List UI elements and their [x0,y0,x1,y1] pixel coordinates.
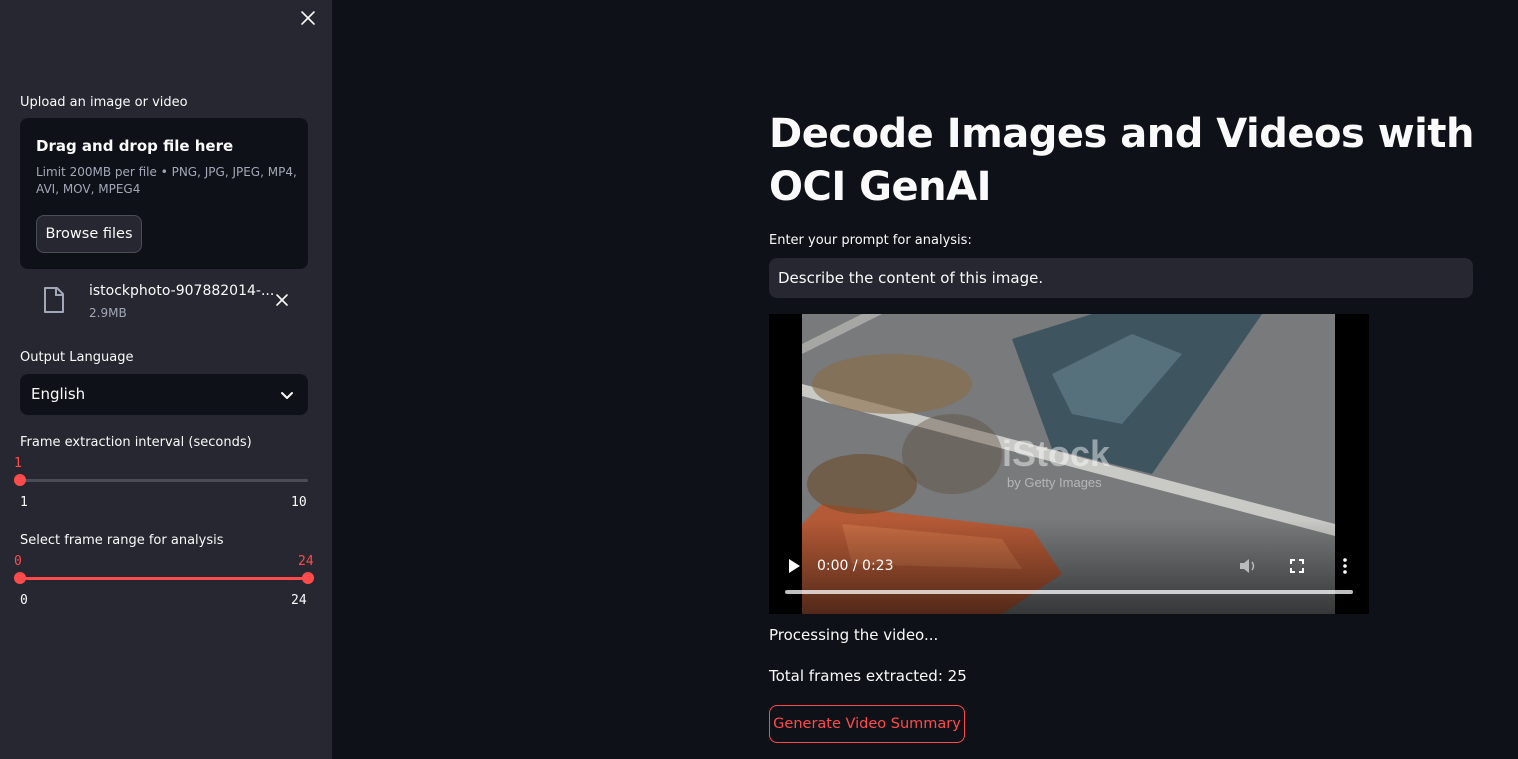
video-time: 0:00 / 0:23 [817,558,894,574]
prompt-label: Enter your prompt for analysis: [769,233,972,248]
uploaded-file-size: 2.9MB [89,306,127,320]
range-slider-high-value: 24 [298,554,314,569]
uploaded-file-name: istockphoto-907882014-... [89,283,275,299]
page-title: Decode Images and Videos with OCI GenAI [769,111,1475,210]
interval-slider-value: 1 [14,456,22,471]
fullscreen-icon[interactable] [1290,559,1304,573]
video-progress-bar[interactable] [785,590,1353,594]
volume-icon[interactable] [1239,558,1257,574]
language-select[interactable]: English [20,374,308,415]
language-select-value: English [31,385,86,403]
remove-file-icon[interactable] [274,292,290,308]
range-slider-max: 24 [291,593,307,608]
sidebar: Upload an image or video Drag and drop f… [0,0,332,759]
range-slider-min: 0 [20,593,28,608]
interval-slider-thumb[interactable] [14,474,26,486]
play-icon[interactable] [787,558,801,574]
more-options-icon[interactable] [1340,558,1350,574]
watermark-subtext: by Getty Images [1007,475,1102,490]
range-slider-high-thumb[interactable] [302,572,314,584]
watermark-text: iStock [1002,433,1111,474]
close-sidebar-icon[interactable] [298,8,318,28]
language-label: Output Language [20,350,134,365]
range-slider-label: Select frame range for analysis [20,533,224,548]
range-slider-track[interactable] [20,577,308,580]
interval-slider-label: Frame extraction interval (seconds) [20,435,252,450]
chevron-down-icon [281,392,293,399]
frames-extracted-text: Total frames extracted: 25 [769,667,967,685]
file-dropzone[interactable]: Drag and drop file here Limit 200MB per … [20,118,308,269]
browse-files-button[interactable]: Browse files [36,215,142,253]
generate-video-summary-button[interactable]: Generate Video Summary [769,705,965,743]
interval-slider-min: 1 [20,495,28,510]
range-slider-low-value: 0 [14,554,22,569]
dropzone-title: Drag and drop file here [36,137,234,155]
range-slider-low-thumb[interactable] [14,572,26,584]
video-player[interactable]: iStock by Getty Images 0:00 / 0:23 [769,314,1369,614]
prompt-input[interactable] [769,258,1473,298]
interval-slider-max: 10 [291,495,307,510]
processing-text: Processing the video... [769,626,939,644]
interval-slider-track[interactable] [20,479,308,482]
dropzone-limit: Limit 200MB per file • PNG, JPG, JPEG, M… [36,165,297,196]
upload-label: Upload an image or video [20,95,188,110]
file-icon [44,287,64,313]
